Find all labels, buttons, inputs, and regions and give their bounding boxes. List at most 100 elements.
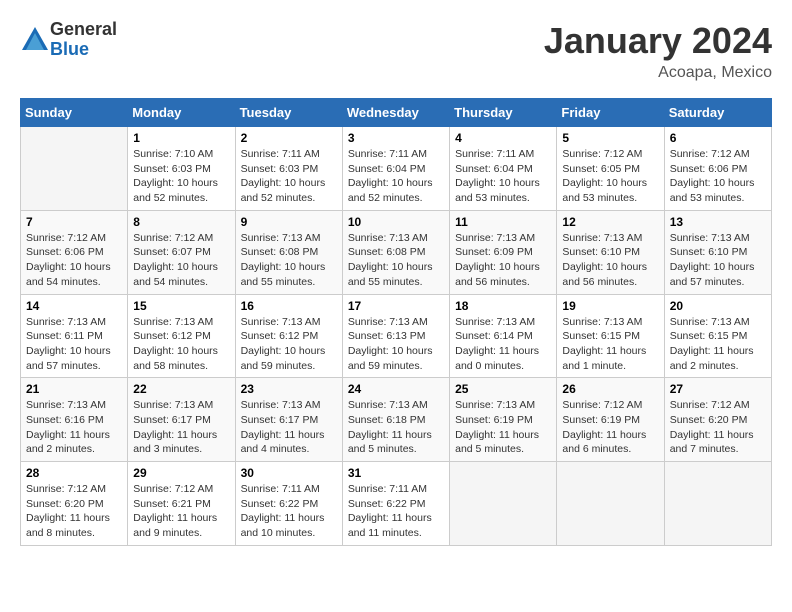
- calendar-cell: 28 Sunrise: 7:12 AM Sunset: 6:20 PM Dayli…: [21, 462, 128, 546]
- day-number: 10: [348, 215, 444, 229]
- day-info: Sunrise: 7:11 AM Sunset: 6:22 PM Dayligh…: [348, 482, 444, 541]
- day-info: Sunrise: 7:11 AM Sunset: 6:22 PM Dayligh…: [241, 482, 337, 541]
- calendar-week-3: 14 Sunrise: 7:13 AM Sunset: 6:11 PM Dayli…: [21, 294, 772, 378]
- day-info: Sunrise: 7:12 AM Sunset: 6:06 PM Dayligh…: [670, 147, 766, 206]
- month-title: January 2024: [544, 20, 772, 62]
- calendar-cell: 27 Sunrise: 7:12 AM Sunset: 6:20 PM Dayli…: [664, 378, 771, 462]
- day-info: Sunrise: 7:13 AM Sunset: 6:17 PM Dayligh…: [241, 398, 337, 457]
- calendar-cell: 1 Sunrise: 7:10 AM Sunset: 6:03 PM Daylig…: [128, 127, 235, 211]
- day-info: Sunrise: 7:13 AM Sunset: 6:13 PM Dayligh…: [348, 315, 444, 374]
- day-info: Sunrise: 7:11 AM Sunset: 6:03 PM Dayligh…: [241, 147, 337, 206]
- day-info: Sunrise: 7:13 AM Sunset: 6:12 PM Dayligh…: [133, 315, 229, 374]
- day-number: 13: [670, 215, 766, 229]
- calendar-cell: 4 Sunrise: 7:11 AM Sunset: 6:04 PM Daylig…: [450, 127, 557, 211]
- col-header-tuesday: Tuesday: [235, 99, 342, 127]
- col-header-saturday: Saturday: [664, 99, 771, 127]
- calendar-cell: 29 Sunrise: 7:12 AM Sunset: 6:21 PM Dayli…: [128, 462, 235, 546]
- day-number: 2: [241, 131, 337, 145]
- day-info: Sunrise: 7:12 AM Sunset: 6:07 PM Dayligh…: [133, 231, 229, 290]
- col-header-sunday: Sunday: [21, 99, 128, 127]
- calendar-cell: 7 Sunrise: 7:12 AM Sunset: 6:06 PM Daylig…: [21, 210, 128, 294]
- calendar-cell: [664, 462, 771, 546]
- calendar-cell: 26 Sunrise: 7:12 AM Sunset: 6:19 PM Dayli…: [557, 378, 664, 462]
- calendar-week-4: 21 Sunrise: 7:13 AM Sunset: 6:16 PM Dayli…: [21, 378, 772, 462]
- calendar-cell: 16 Sunrise: 7:13 AM Sunset: 6:12 PM Dayli…: [235, 294, 342, 378]
- day-info: Sunrise: 7:10 AM Sunset: 6:03 PM Dayligh…: [133, 147, 229, 206]
- day-info: Sunrise: 7:12 AM Sunset: 6:20 PM Dayligh…: [26, 482, 122, 541]
- logo-blue: Blue: [50, 40, 117, 60]
- calendar-cell: 19 Sunrise: 7:13 AM Sunset: 6:15 PM Dayli…: [557, 294, 664, 378]
- day-number: 11: [455, 215, 551, 229]
- calendar-cell: 15 Sunrise: 7:13 AM Sunset: 6:12 PM Dayli…: [128, 294, 235, 378]
- calendar-cell: 3Sunrise: 7:11 AM Sunset: 6:04 PM Daylig…: [342, 127, 449, 211]
- day-info: Sunrise: 7:13 AM Sunset: 6:15 PM Dayligh…: [670, 315, 766, 374]
- day-number: 12: [562, 215, 658, 229]
- day-info: Sunrise: 7:11 AM Sunset: 6:04 PM Dayligh…: [348, 147, 444, 206]
- calendar-cell: 6Sunrise: 7:12 AM Sunset: 6:06 PM Daylig…: [664, 127, 771, 211]
- calendar-cell: 22 Sunrise: 7:13 AM Sunset: 6:17 PM Dayli…: [128, 378, 235, 462]
- calendar-cell: 30Sunrise: 7:11 AM Sunset: 6:22 PM Dayli…: [235, 462, 342, 546]
- day-number: 25: [455, 382, 551, 396]
- day-info: Sunrise: 7:13 AM Sunset: 6:11 PM Dayligh…: [26, 315, 122, 374]
- day-info: Sunrise: 7:13 AM Sunset: 6:19 PM Dayligh…: [455, 398, 551, 457]
- day-number: 14: [26, 299, 122, 313]
- day-info: Sunrise: 7:11 AM Sunset: 6:04 PM Dayligh…: [455, 147, 551, 206]
- day-number: 26: [562, 382, 658, 396]
- calendar-cell: 12 Sunrise: 7:13 AM Sunset: 6:10 PM Dayli…: [557, 210, 664, 294]
- calendar-cell: 11 Sunrise: 7:13 AM Sunset: 6:09 PM Dayli…: [450, 210, 557, 294]
- title-area: January 2024 Acoapa, Mexico: [544, 20, 772, 82]
- day-number: 21: [26, 382, 122, 396]
- day-info: Sunrise: 7:13 AM Sunset: 6:18 PM Dayligh…: [348, 398, 444, 457]
- day-number: 29: [133, 466, 229, 480]
- calendar-cell: 31 Sunrise: 7:11 AM Sunset: 6:22 PM Dayli…: [342, 462, 449, 546]
- logo-text: General Blue: [50, 20, 117, 60]
- logo-general: General: [50, 20, 117, 40]
- day-info: Sunrise: 7:13 AM Sunset: 6:16 PM Dayligh…: [26, 398, 122, 457]
- day-number: 16: [241, 299, 337, 313]
- day-info: Sunrise: 7:12 AM Sunset: 6:06 PM Dayligh…: [26, 231, 122, 290]
- calendar-header-row: SundayMondayTuesdayWednesdayThursdayFrid…: [21, 99, 772, 127]
- calendar-cell: 24Sunrise: 7:13 AM Sunset: 6:18 PM Dayli…: [342, 378, 449, 462]
- day-number: 15: [133, 299, 229, 313]
- day-number: 19: [562, 299, 658, 313]
- calendar-week-1: 1 Sunrise: 7:10 AM Sunset: 6:03 PM Daylig…: [21, 127, 772, 211]
- day-info: Sunrise: 7:13 AM Sunset: 6:14 PM Dayligh…: [455, 315, 551, 374]
- day-number: 22: [133, 382, 229, 396]
- day-info: Sunrise: 7:13 AM Sunset: 6:10 PM Dayligh…: [670, 231, 766, 290]
- calendar-week-2: 7 Sunrise: 7:12 AM Sunset: 6:06 PM Daylig…: [21, 210, 772, 294]
- calendar-cell: 14 Sunrise: 7:13 AM Sunset: 6:11 PM Dayli…: [21, 294, 128, 378]
- day-number: 27: [670, 382, 766, 396]
- col-header-thursday: Thursday: [450, 99, 557, 127]
- col-header-wednesday: Wednesday: [342, 99, 449, 127]
- day-info: Sunrise: 7:12 AM Sunset: 6:19 PM Dayligh…: [562, 398, 658, 457]
- day-info: Sunrise: 7:13 AM Sunset: 6:15 PM Dayligh…: [562, 315, 658, 374]
- day-info: Sunrise: 7:12 AM Sunset: 6:05 PM Dayligh…: [562, 147, 658, 206]
- day-number: 5: [562, 131, 658, 145]
- day-number: 9: [241, 215, 337, 229]
- calendar-cell: 13 Sunrise: 7:13 AM Sunset: 6:10 PM Dayli…: [664, 210, 771, 294]
- calendar-cell: [450, 462, 557, 546]
- day-number: 1: [133, 131, 229, 145]
- day-number: 18: [455, 299, 551, 313]
- calendar-cell: 23Sunrise: 7:13 AM Sunset: 6:17 PM Dayli…: [235, 378, 342, 462]
- subtitle: Acoapa, Mexico: [544, 64, 772, 82]
- day-number: 7: [26, 215, 122, 229]
- calendar-cell: 20Sunrise: 7:13 AM Sunset: 6:15 PM Dayli…: [664, 294, 771, 378]
- day-number: 4: [455, 131, 551, 145]
- day-number: 8: [133, 215, 229, 229]
- day-info: Sunrise: 7:13 AM Sunset: 6:17 PM Dayligh…: [133, 398, 229, 457]
- col-header-monday: Monday: [128, 99, 235, 127]
- day-info: Sunrise: 7:12 AM Sunset: 6:20 PM Dayligh…: [670, 398, 766, 457]
- day-info: Sunrise: 7:13 AM Sunset: 6:12 PM Dayligh…: [241, 315, 337, 374]
- day-number: 31: [348, 466, 444, 480]
- calendar-cell: [21, 127, 128, 211]
- calendar-cell: 2 Sunrise: 7:11 AM Sunset: 6:03 PM Daylig…: [235, 127, 342, 211]
- day-info: Sunrise: 7:13 AM Sunset: 6:09 PM Dayligh…: [455, 231, 551, 290]
- day-number: 17: [348, 299, 444, 313]
- calendar-cell: [557, 462, 664, 546]
- day-info: Sunrise: 7:13 AM Sunset: 6:08 PM Dayligh…: [241, 231, 337, 290]
- day-number: 28: [26, 466, 122, 480]
- calendar-cell: 25 Sunrise: 7:13 AM Sunset: 6:19 PM Dayli…: [450, 378, 557, 462]
- day-info: Sunrise: 7:13 AM Sunset: 6:10 PM Dayligh…: [562, 231, 658, 290]
- day-info: Sunrise: 7:12 AM Sunset: 6:21 PM Dayligh…: [133, 482, 229, 541]
